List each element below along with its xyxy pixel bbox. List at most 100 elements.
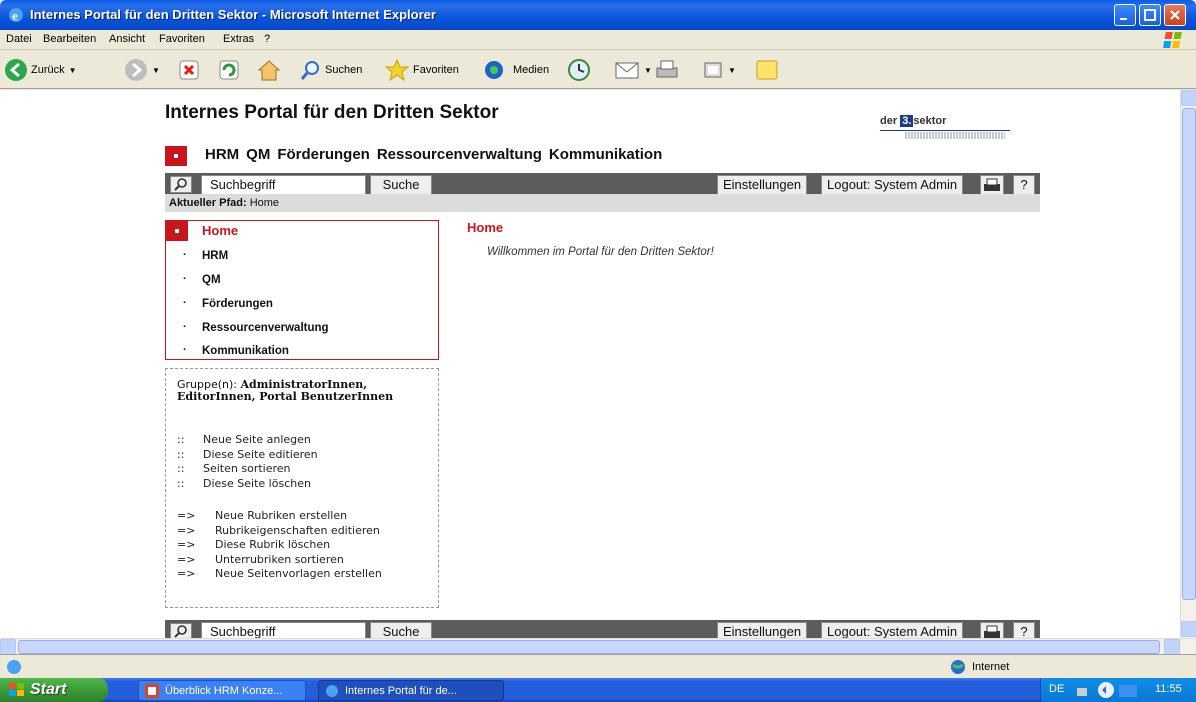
chevron-down-icon: ▼	[68, 65, 77, 75]
task-powerpoint[interactable]: Überblick HRM Konze...	[138, 680, 306, 701]
stop-icon	[179, 60, 199, 80]
top-nav-hrm[interactable]: HRM	[205, 146, 239, 163]
action-seite-editieren[interactable]: :: Diese Seite editieren	[177, 448, 318, 461]
mail-button[interactable]: ▼	[614, 57, 652, 83]
nav-item-hrm[interactable]: HRM	[202, 250, 228, 262]
top-nav-ressourcenverwaltung[interactable]: Ressourcenverwaltung	[377, 146, 542, 163]
top-nav: HRM QM Förderungen Ressourcenverwaltung …	[205, 146, 662, 163]
vertical-scrollbar[interactable]	[1180, 90, 1196, 638]
content-heading: Home	[467, 220, 504, 235]
search-icon[interactable]	[170, 623, 192, 638]
messenger-button[interactable]	[754, 57, 780, 83]
scroll-thumb[interactable]	[1182, 108, 1196, 600]
back-arrow-icon	[5, 59, 27, 81]
history-button[interactable]	[566, 57, 592, 83]
mail-icon	[615, 62, 639, 79]
breadcrumb-home[interactable]: Home	[250, 197, 279, 209]
help-button[interactable]: ?	[1013, 175, 1035, 195]
menu-help[interactable]: ?	[264, 33, 270, 45]
browser-toolbar: Zurück ▼ ▼ Suchen Favoriten Medien ▼ ▼	[0, 51, 1196, 89]
logout-button[interactable]: Logout: System Admin	[821, 175, 964, 195]
groups-info: Gruppe(n): AdministratorInnen, EditorInn…	[177, 379, 432, 403]
nav-item-ressourcenverwaltung[interactable]: Ressourcenverwaltung	[202, 322, 329, 334]
menu-ansicht[interactable]: Ansicht	[109, 33, 145, 45]
scroll-left-icon[interactable]	[0, 639, 16, 655]
edit-button[interactable]: ▼	[702, 57, 736, 83]
volume-icon[interactable]	[1097, 681, 1115, 699]
favorites-button[interactable]: Favoriten	[384, 57, 459, 83]
refresh-button[interactable]	[218, 57, 240, 83]
scroll-thumb-horizontal[interactable]	[18, 640, 1160, 654]
menu-extras[interactable]: Extras	[223, 33, 254, 45]
help-button[interactable]: ?	[1013, 622, 1035, 638]
favorites-label: Favoriten	[413, 64, 459, 76]
printer-icon	[656, 60, 678, 78]
action-seiten-sortieren[interactable]: :: Seiten sortieren	[177, 462, 291, 475]
settings-button[interactable]: Einstellungen	[717, 175, 808, 195]
security-alert-icon[interactable]	[1117, 681, 1139, 699]
menu-favoriten[interactable]: Favoriten	[159, 33, 205, 45]
action-seite-loeschen[interactable]: :: Diese Seite löschen	[177, 477, 311, 490]
breadcrumb: Aktueller Pfad: Home	[165, 194, 1040, 212]
action-rubrik-loeschen[interactable]: => Diese Rubrik löschen	[177, 538, 330, 551]
print-page-button[interactable]	[980, 175, 1004, 195]
close-icon	[1170, 10, 1180, 20]
scroll-down-icon[interactable]	[1181, 621, 1196, 637]
home-icon	[257, 60, 281, 81]
printer-icon	[984, 625, 1000, 638]
zone-label: Internet	[972, 661, 1010, 673]
powerpoint-icon	[145, 684, 159, 698]
maximize-button[interactable]	[1139, 4, 1161, 26]
action-unterrubriken-sortieren[interactable]: => Unterrubriken sortieren	[177, 553, 344, 566]
settings-button[interactable]: Einstellungen	[717, 622, 808, 638]
scroll-up-icon[interactable]	[1181, 90, 1196, 106]
maximize-icon	[1144, 9, 1156, 21]
top-nav-foerderungen[interactable]: Förderungen	[277, 146, 370, 163]
search-input[interactable]: Suchbegriff	[201, 175, 366, 195]
action-neue-seite[interactable]: :: Neue Seite anlegen	[177, 433, 311, 446]
history-icon	[568, 59, 590, 81]
language-indicator[interactable]: DE	[1049, 683, 1064, 695]
scroll-right-icon[interactable]	[1164, 639, 1180, 655]
nav-item-qm[interactable]: QM	[202, 274, 221, 286]
top-nav-qm[interactable]: QM	[246, 146, 270, 163]
nav-item-foerderungen[interactable]: Förderungen	[202, 298, 273, 310]
chevron-down-icon: ▼	[152, 65, 160, 75]
back-button[interactable]: Zurück ▼	[4, 57, 77, 83]
bullet-icon: ·	[183, 321, 187, 333]
minimize-button[interactable]	[1114, 4, 1136, 26]
top-nav-kommunikation[interactable]: Kommunikation	[549, 146, 662, 163]
action-rubrikeigenschaften[interactable]: => Rubrikeigenschaften editieren	[177, 524, 380, 537]
forward-button[interactable]: ▼	[124, 57, 160, 83]
search-button[interactable]: Suche	[370, 175, 432, 195]
start-button[interactable]: Start	[0, 678, 108, 702]
nav-home[interactable]: Home	[202, 223, 238, 238]
menu-bearbeiten[interactable]: Bearbeiten	[43, 33, 96, 45]
section-nav: Home · HRM · QM · Förderungen · Ressourc…	[165, 220, 439, 360]
search-icon	[300, 61, 319, 80]
home-button[interactable]	[256, 57, 282, 83]
der-3-sektor-logo: der 3. sektor	[880, 110, 1010, 142]
action-seitenvorlagen[interactable]: => Neue Seitenvorlagen erstellen	[177, 567, 382, 580]
task-ie[interactable]: Internes Portal für de...	[318, 680, 504, 701]
browser-viewport: Internes Portal für den Dritten Sektor d…	[0, 90, 1180, 638]
search-input[interactable]: Suchbegriff	[201, 622, 366, 638]
action-neue-rubriken[interactable]: => Neue Rubriken erstellen	[177, 509, 347, 522]
media-label: Medien	[513, 64, 550, 76]
close-button[interactable]	[1164, 4, 1186, 26]
search-bar-bottom: Suchbegriff Suche Einstellungen Logout: …	[165, 620, 1040, 638]
search-icon[interactable]	[170, 176, 192, 193]
search-toolbar-button[interactable]: Suchen	[300, 57, 362, 83]
print-button[interactable]	[654, 57, 680, 83]
logo-suffix: sektor	[913, 115, 947, 127]
menu-datei[interactable]: Datei	[6, 33, 32, 45]
print-page-button[interactable]	[980, 622, 1004, 638]
horizontal-scrollbar[interactable]	[0, 638, 1196, 655]
nav-item-kommunikation[interactable]: Kommunikation	[202, 345, 289, 357]
media-button[interactable]: Medien	[482, 57, 549, 83]
logout-button[interactable]: Logout: System Admin	[821, 622, 964, 638]
printer-icon	[984, 178, 1000, 191]
network-icon[interactable]	[1075, 682, 1089, 698]
stop-button[interactable]	[178, 57, 200, 83]
search-button[interactable]: Suche	[370, 622, 432, 638]
